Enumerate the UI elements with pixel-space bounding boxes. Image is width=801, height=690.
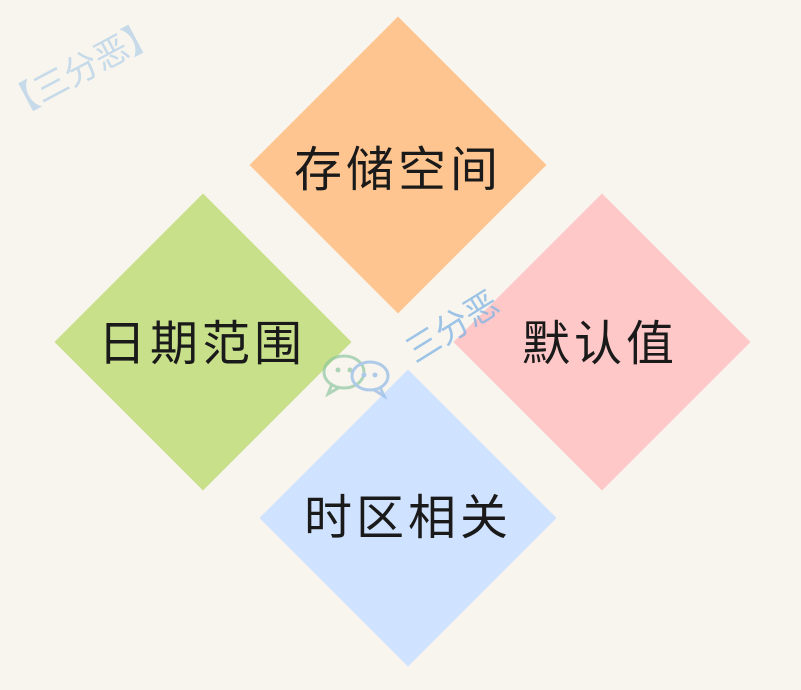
label-top: 存储空间 [293,142,503,198]
label-bottom: 时区相关 [303,490,513,546]
label-left: 日期范围 [97,316,307,372]
label-right: 默认值 [521,316,679,372]
four-diamond-diagram: 存储空间 日期范围 默认值 时区相关 [0,0,801,690]
wechat-icon [322,354,390,400]
